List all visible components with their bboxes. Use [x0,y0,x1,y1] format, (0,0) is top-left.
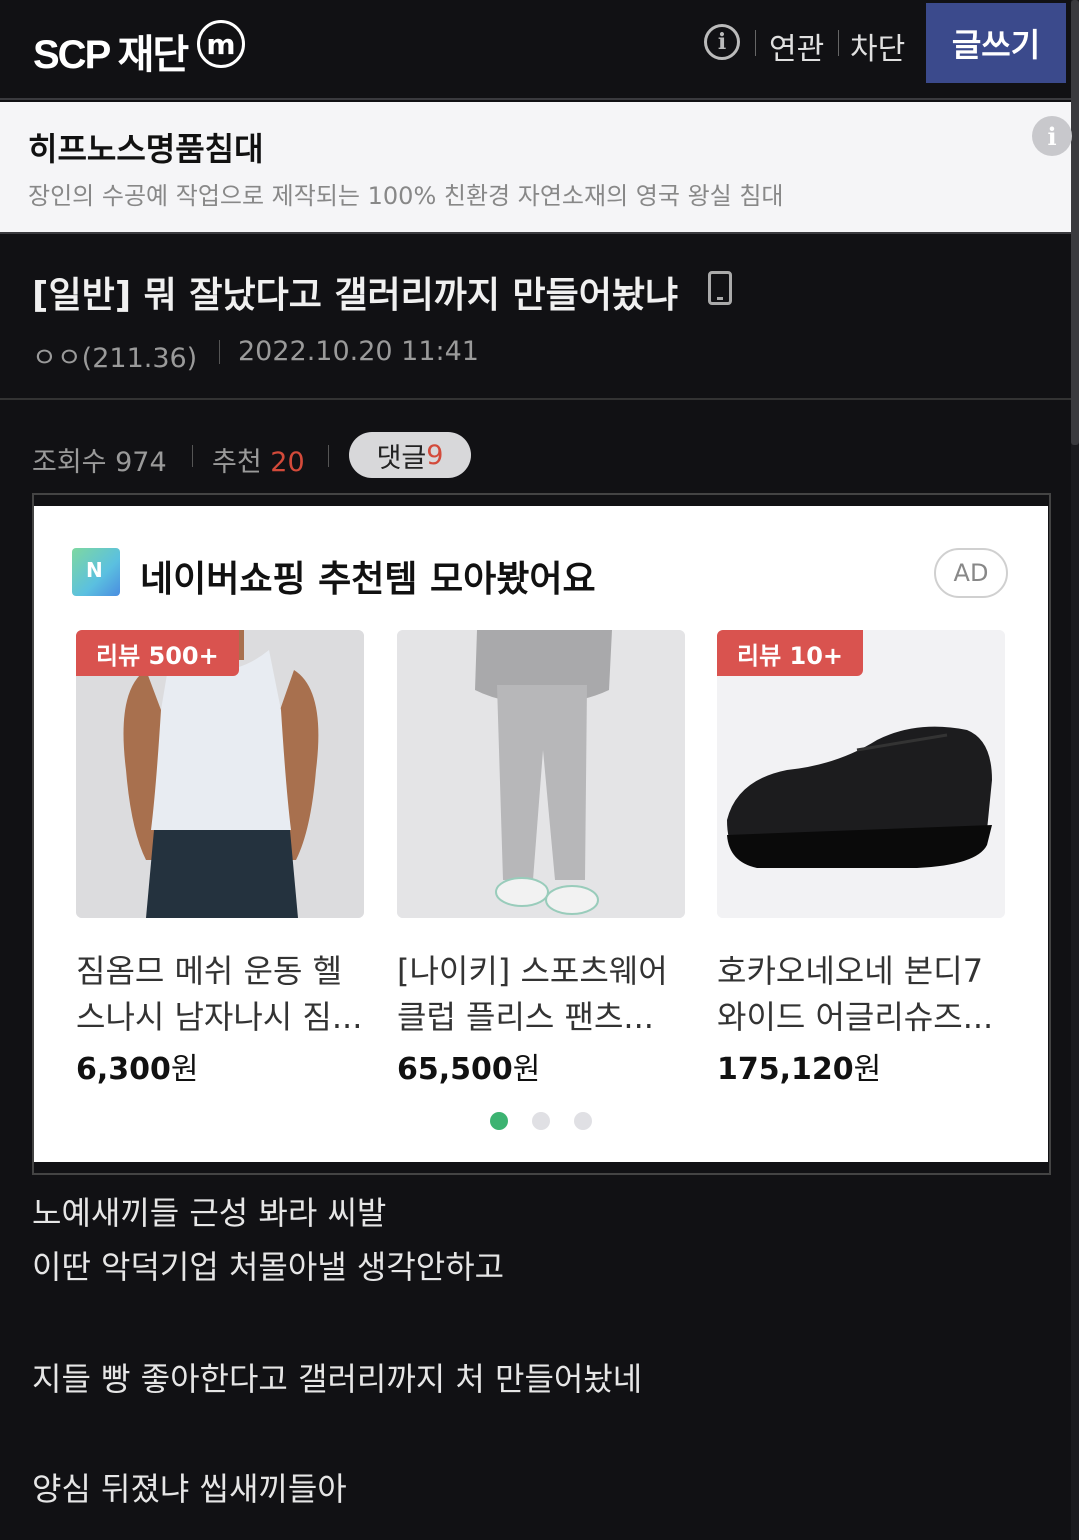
block-link[interactable]: 차단 [850,24,905,68]
stat-separator [328,445,329,467]
views-label: 조회수 [32,447,107,478]
shopping-ad-title[interactable]: 네이버쇼핑 추천템 모아봤어요 [140,550,596,602]
fleece-pants-image [397,630,685,918]
product-name[interactable]: [나이키] 스포츠웨어 클럽 플리스 팬츠... [397,948,685,1040]
product-image[interactable] [397,630,685,918]
scrollbar-thumb[interactable] [1071,0,1079,445]
post-title: [일반] 뭐 잘났다고 갤러리까지 만들어놨냐 [32,275,679,316]
meta-separator [219,340,220,364]
scrollbar[interactable] [1071,0,1079,1540]
product-name[interactable]: 짐옴므 메쉬 운동 헬스나시 남자나시 짐... [76,948,364,1040]
price-unit: 원 [853,1052,882,1087]
ad-title[interactable]: 히프노스명품침대 [28,124,264,170]
divider [0,398,1071,400]
review-tag: 리뷰 10+ [717,630,864,676]
carousel-dot[interactable] [574,1112,592,1130]
price-unit: 원 [170,1052,199,1087]
ad-info-icon[interactable]: i [1032,116,1072,156]
ad-description[interactable]: 장인의 수공예 작업으로 제작되는 100% 친환경 자연소재의 영국 왕실 침… [28,176,784,211]
product-card[interactable]: [나이키] 스포츠웨어 클럽 플리스 팬츠... 65,500원 [397,630,685,1088]
post-body-line: 지들 빵 좋아한다고 갤러리까지 처 만들어놨네 [32,1360,643,1398]
shopping-ad: 네이버쇼핑 추천템 모아봤어요 AD 리뷰 500+ 짐옴므 메쉬 운동 헬스나… [34,506,1048,1162]
product-image[interactable]: 리뷰 10+ [717,630,1005,918]
recommend-count: 20 [270,447,305,478]
carousel-dot[interactable] [532,1112,550,1130]
views-count: 974 [115,447,167,478]
write-button[interactable]: 글쓰기 [926,3,1066,83]
product-card[interactable]: 리뷰 500+ 짐옴므 메쉬 운동 헬스나시 남자나시 짐... 6,300원 [76,630,364,1088]
ad-badge[interactable]: AD [934,548,1008,598]
views-stat: 조회수 974 [32,440,167,479]
top-ad-banner[interactable]: 히프노스명품침대 장인의 수공예 작업으로 제작되는 100% 친환경 자연소재… [0,102,1072,234]
comments-label: 댓글 [376,442,427,474]
carousel-dot[interactable] [490,1112,508,1130]
product-name[interactable]: 호카오네오네 본디7 와이드 어글리슈즈... [717,948,1005,1040]
top-header: SCP 재단 m i 연관 차단 글쓰기 [0,0,1071,100]
product-card[interactable]: 리뷰 10+ 호카오네오네 본디7 와이드 어글리슈즈... 175,120원 [717,630,1005,1088]
header-separator [838,30,839,56]
naver-shopping-logo-icon [72,548,120,596]
carousel-pagination [490,1112,592,1130]
info-icon[interactable]: i [704,24,740,60]
post-body-line: 이딴 악덕기업 처몰아낼 생각안하고 [32,1248,505,1286]
post-body-line: 양심 뒤졌냐 씹새끼들아 [32,1470,347,1508]
recommend-label: 추천 [212,447,262,478]
price-value: 175,120 [717,1052,854,1087]
comments-button[interactable]: 댓글 9 [349,432,471,478]
mobile-icon [708,271,732,305]
price-value: 6,300 [76,1052,171,1087]
product-price: 65,500원 [397,1044,685,1088]
header-separator [755,30,756,56]
post-author[interactable]: ㅇㅇ(211.36) [32,336,197,375]
post-date: 2022.10.20 11:41 [238,336,479,367]
product-price: 175,120원 [717,1044,1005,1088]
product-image[interactable]: 리뷰 500+ [76,630,364,918]
price-value: 65,500 [397,1052,513,1087]
gallery-logo[interactable]: SCP 재단 [33,22,189,80]
product-price: 6,300원 [76,1044,364,1088]
related-link[interactable]: 연관 [769,24,824,68]
recommend-stat: 추천 20 [212,440,305,479]
minor-gallery-icon: m [197,20,245,68]
stat-separator [192,445,193,467]
post-body-line: 노예새끼들 근성 봐라 씨발 [32,1194,387,1232]
comments-count: 9 [426,439,444,471]
review-tag: 리뷰 500+ [76,630,239,676]
price-unit: 원 [512,1052,541,1087]
